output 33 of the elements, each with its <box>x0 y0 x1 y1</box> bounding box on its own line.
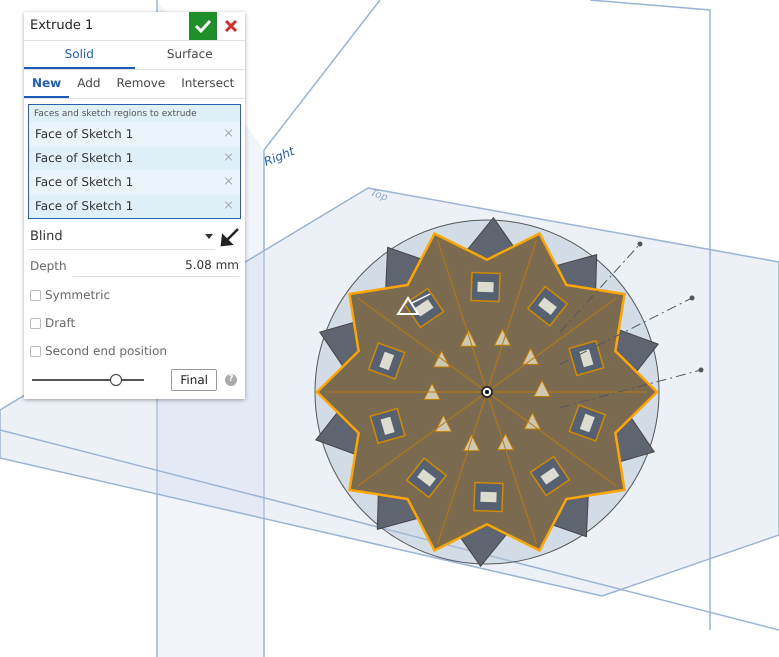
direction-arrow-icon[interactable] <box>396 293 430 315</box>
option-checkbox[interactable]: Second end position <box>24 337 245 365</box>
operation-tab[interactable]: New <box>24 70 70 98</box>
caret-icon <box>205 234 213 239</box>
operation-tab[interactable]: Add <box>69 70 109 98</box>
selection-label: Face of Sketch 1 <box>35 126 134 142</box>
option-checkbox[interactable]: Draft <box>24 309 245 337</box>
dialog-title: Extrude 1 <box>29 17 94 36</box>
origin-marker <box>481 386 493 398</box>
selection-label: Face of Sketch 1 <box>35 150 134 166</box>
operation-tab[interactable]: Remove <box>108 70 174 98</box>
checkmark-icon <box>194 17 212 35</box>
flip-direction-icon[interactable] <box>219 226 241 248</box>
selection-label: Face of Sketch 1 <box>35 174 134 190</box>
selection-item[interactable]: Face of Sketch 1 × <box>29 146 240 170</box>
depth-label: Depth <box>30 258 67 274</box>
selection-item[interactable]: Face of Sketch 1 × <box>29 170 240 194</box>
selection-heading: Faces and sketch regions to extrude <box>33 108 198 121</box>
final-button[interactable]: Final <box>171 369 217 391</box>
selection-item[interactable]: Face of Sketch 1 × <box>29 122 240 146</box>
plane-label: Right <box>262 144 296 169</box>
plane-label: Top <box>368 187 390 204</box>
body-type-tab[interactable]: Surface <box>134 41 245 69</box>
selection-list[interactable]: Faces and sketch regions to extrude Face of Sketch 1 × Face of Sketch 1 × Face of Sketch 1 × Face of Sketch 1 × <box>28 104 241 218</box>
close-icon <box>224 19 238 33</box>
slider-thumb[interactable] <box>110 374 122 386</box>
accept-button[interactable] <box>189 12 217 40</box>
selection-label: Face of Sketch 1 <box>35 198 134 214</box>
end-type-dropdown[interactable]: Blind <box>28 224 215 250</box>
option-checkbox[interactable]: Symmetric <box>24 281 245 309</box>
body-type-tab[interactable]: Solid <box>24 41 134 69</box>
operation-tab[interactable]: Intersect <box>173 70 242 98</box>
selection-item[interactable]: Face of Sketch 1 × <box>29 194 240 218</box>
